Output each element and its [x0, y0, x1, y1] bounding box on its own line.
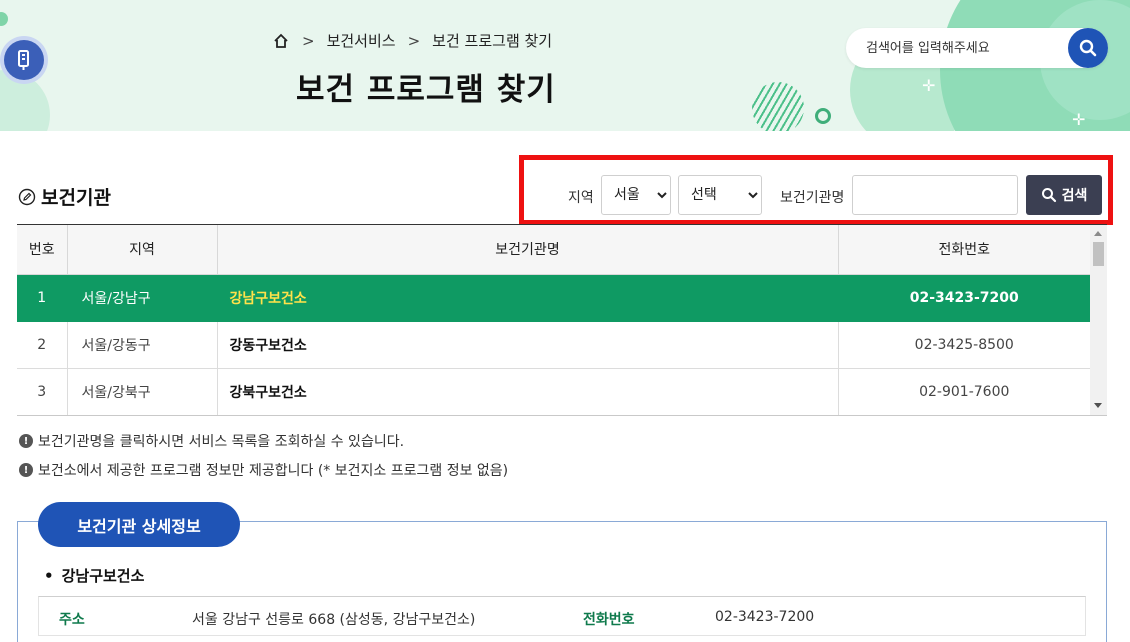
- decor-ring: [815, 108, 831, 124]
- table-row[interactable]: 3 서울/강북구 강북구보건소 02-901-7600: [17, 368, 1090, 415]
- logo-glyph: [18, 50, 29, 70]
- cell-phone: 02-3423-7200: [838, 274, 1090, 322]
- site-search-button[interactable]: [1068, 28, 1108, 68]
- cell-institution-link[interactable]: 강북구보건소: [217, 368, 839, 415]
- site-search-input[interactable]: [866, 38, 1056, 58]
- region-select[interactable]: 서울: [601, 175, 671, 215]
- cell-institution-link[interactable]: 강동구보건소: [217, 321, 839, 369]
- phone-value: 02-3423-7200: [715, 609, 815, 625]
- column-header-name: 보건기관명: [217, 225, 839, 275]
- cell-number: 3: [17, 368, 68, 415]
- cell-region: 서울/강동구: [67, 321, 218, 369]
- institution-name-input[interactable]: [852, 175, 1018, 215]
- section-title-label: 보건기관: [41, 187, 111, 209]
- chevron-right-icon: >: [407, 31, 421, 50]
- info-icon: !: [19, 434, 33, 448]
- pen-icon: [18, 188, 36, 206]
- help-note: ! 보건소에서 제공한 프로그램 정보만 제공합니다 (* 보건지소 프로그램 …: [19, 460, 508, 480]
- column-header-number: 번호: [17, 225, 68, 275]
- help-note-text: 보건소에서 제공한 프로그램 정보만 제공합니다 (* 보건지소 프로그램 정보…: [38, 463, 509, 479]
- scroll-down-arrow[interactable]: [1094, 403, 1102, 408]
- help-note: ! 보건기관명을 클릭하시면 서비스 목록을 조회하실 수 있습니다.: [19, 431, 404, 451]
- help-note-text: 보건기관명을 클릭하시면 서비스 목록을 조회하실 수 있습니다.: [38, 434, 405, 450]
- breadcrumb-item[interactable]: 보건 프로그램 찾기: [432, 30, 552, 51]
- region-label: 지역: [568, 190, 594, 206]
- column-header-phone: 전화번호: [838, 225, 1090, 275]
- search-button[interactable]: 검색: [1026, 175, 1102, 215]
- address-value: 서울 강남구 선릉로 668 (삼성동, 강남구보건소): [192, 612, 476, 628]
- address-label: 주소: [59, 612, 85, 628]
- table-row[interactable]: 1 서울/강남구 강남구보건소 02-3423-7200: [17, 274, 1090, 322]
- cell-phone: 02-901-7600: [838, 368, 1090, 415]
- breadcrumb: > 보건서비스 > 보건 프로그램 찾기: [272, 30, 552, 51]
- phone-label: 전화번호: [583, 612, 635, 628]
- cell-region: 서울/강북구: [67, 368, 218, 415]
- detail-info-row: 주소 서울 강남구 선릉로 668 (삼성동, 강남구보건소) 전화번호 02-…: [38, 596, 1086, 636]
- cell-institution-link[interactable]: 강남구보건소: [217, 274, 839, 322]
- page-title: 보건 프로그램 찾기: [296, 72, 556, 108]
- scroll-up-arrow[interactable]: [1094, 231, 1102, 236]
- logo-icon[interactable]: [4, 40, 44, 80]
- sparkle-icon: ✛: [922, 76, 936, 95]
- site-search: [846, 28, 1108, 68]
- cell-number: 1: [17, 274, 68, 322]
- table-header-row: 번호 지역 보건기관명 전화번호: [17, 225, 1090, 275]
- scrollbar-thumb[interactable]: [1093, 242, 1104, 266]
- decor-dot: [0, 12, 8, 26]
- decor-stripes: [752, 82, 804, 131]
- breadcrumb-item[interactable]: 보건서비스: [327, 30, 396, 51]
- search-button-label: 검색: [1061, 188, 1088, 204]
- sparkle-icon: ✛: [1072, 110, 1086, 129]
- detail-institution-name: 강남구보건소: [44, 565, 145, 586]
- column-header-region: 지역: [67, 225, 218, 275]
- search-filter: 지역 서울 선택 보건기관명 검색: [519, 155, 1113, 225]
- info-icon: !: [19, 463, 33, 477]
- cell-region: 서울/강남구: [67, 274, 218, 322]
- institution-name-label: 보건기관명: [780, 190, 845, 206]
- table-scrollbar[interactable]: [1090, 225, 1107, 415]
- cell-number: 2: [17, 321, 68, 369]
- chevron-right-icon: >: [302, 31, 315, 50]
- table-row[interactable]: 2 서울/강동구 강동구보건소 02-3425-8500: [17, 321, 1090, 369]
- detail-tab[interactable]: 보건기관 상세정보: [38, 502, 240, 547]
- search-icon: [1041, 188, 1056, 203]
- home-icon[interactable]: [272, 32, 290, 50]
- institution-table: 번호 지역 보건기관명 전화번호 1 서울/강남구 강남구보건소 02-3423…: [17, 224, 1107, 416]
- header-banner: ✛ ✛ > 보건서비스 > 보건 프로그램 찾기 보건 프로그램 찾기: [0, 0, 1130, 131]
- search-icon: [1079, 39, 1097, 57]
- cell-phone: 02-3425-8500: [838, 321, 1090, 369]
- section-title: 보건기관: [18, 183, 111, 210]
- district-select[interactable]: 선택: [678, 175, 762, 215]
